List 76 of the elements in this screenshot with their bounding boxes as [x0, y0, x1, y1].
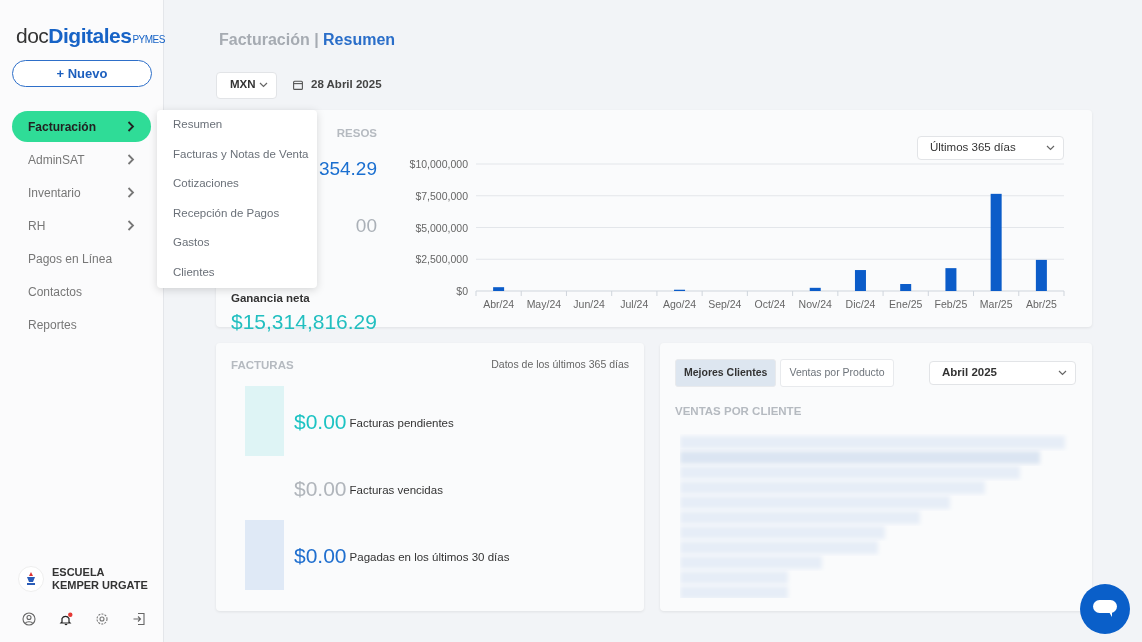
period-note: Datos de los últimos 365 días [491, 357, 629, 372]
range-select[interactable]: Últimos 365 días [917, 136, 1064, 160]
x-tick-label: Jun/24 [573, 298, 605, 310]
submenu-item[interactable]: Gastos [157, 228, 317, 258]
amount-value: $15,314,816.29 [231, 309, 377, 335]
amount-label: Pagadas en los últimos 30 días [349, 550, 510, 566]
x-tick-label: Oct/24 [754, 298, 786, 310]
amount-value: 354.29 [318, 158, 377, 181]
x-tick-label: Dic/24 [845, 298, 876, 310]
x-tick-label: Abr/24 [483, 298, 515, 310]
settings-icon[interactable] [95, 612, 110, 626]
chevron-right-icon [127, 220, 135, 231]
bar [493, 287, 505, 291]
chevron-down-icon [1046, 145, 1055, 151]
nav-item[interactable]: AdminSAT [12, 144, 151, 175]
chevron-right-icon [127, 187, 135, 198]
bell-icon[interactable] [58, 612, 73, 626]
chat-button[interactable] [1080, 584, 1130, 634]
bar [809, 287, 821, 291]
x-tick-label: Sep/24 [708, 298, 742, 310]
calendar-icon [293, 80, 303, 90]
chevron-right-icon [127, 121, 135, 132]
date-label: 28 Abril 2025 [311, 77, 382, 93]
amount-value: $0.00 [294, 542, 347, 569]
currency-select[interactable]: MXN [216, 71, 277, 99]
stat-label: Ganancia neta [231, 291, 310, 306]
nav-item[interactable]: Facturación [12, 111, 151, 142]
x-tick-label: Mar/25 [979, 298, 1013, 310]
section-title: VENTAS POR CLIENTE [675, 403, 803, 419]
submenu-item[interactable]: Clientes [157, 257, 317, 288]
y-tick-label: $10,000,000 [409, 158, 468, 170]
amount-value: $0.00 [294, 408, 347, 435]
logo: docDigitalesPYMES [16, 24, 165, 47]
x-tick-label: Abr/25 [1025, 298, 1057, 310]
y-tick-label: $2,500,000 [415, 253, 468, 266]
nav-item[interactable]: Reportes [12, 309, 151, 340]
nav-item[interactable]: Contactos [12, 276, 151, 307]
new-button[interactable]: + Nuevo [12, 60, 152, 87]
tab[interactable]: Mejores Clientes [675, 359, 777, 387]
tab[interactable]: Ventas por Producto [780, 359, 894, 387]
submenu-item[interactable]: Resumen [157, 110, 317, 140]
bar [1035, 259, 1047, 291]
account-name: ESCUELA KEMPER URGATE [52, 566, 149, 593]
y-tick-label: $0 [456, 285, 468, 297]
x-tick-label: Ene/25 [889, 298, 923, 310]
month-select[interactable]: Abril 2025 [929, 360, 1076, 385]
amount-label: Facturas vencidas [349, 483, 443, 499]
submenu-item[interactable]: Recepción de Pagos [157, 198, 317, 229]
bar [945, 268, 957, 291]
chevron-down-icon [259, 82, 268, 88]
x-tick-label: Nov/24 [798, 298, 832, 310]
x-tick-label: Jul/24 [620, 298, 649, 310]
nav-item[interactable]: Inventario [12, 177, 151, 208]
bar [900, 284, 912, 291]
logout-icon[interactable] [131, 612, 146, 626]
chat-bubble-icon [1092, 599, 1118, 619]
amount-value: 00 [355, 215, 377, 238]
chevron-right-icon [127, 154, 135, 165]
school-logo-icon [18, 566, 44, 593]
amount-label: Facturas pendientes [349, 416, 454, 432]
y-tick-label: $5,000,000 [415, 221, 468, 234]
nav-item[interactable]: Pagos en Línea [12, 243, 151, 274]
section-title: RESOS [336, 127, 377, 139]
user-icon[interactable] [22, 612, 36, 626]
bar [854, 270, 866, 291]
submenu-item[interactable]: Facturas y Notas de Venta [157, 139, 317, 170]
amount-value: $0.00 [294, 475, 347, 502]
x-tick-label: May/24 [526, 298, 562, 310]
nav-item[interactable]: RH [12, 210, 151, 241]
submenu-item[interactable]: Cotizaciones [157, 169, 317, 199]
page-title: Facturación | Resumen [219, 30, 397, 50]
y-tick-label: $7,500,000 [415, 189, 468, 202]
x-tick-label: Ago/24 [662, 298, 697, 310]
x-tick-label: Feb/25 [934, 298, 968, 310]
section-title: FACTURAS [231, 358, 294, 373]
chevron-down-icon [1058, 369, 1067, 376]
